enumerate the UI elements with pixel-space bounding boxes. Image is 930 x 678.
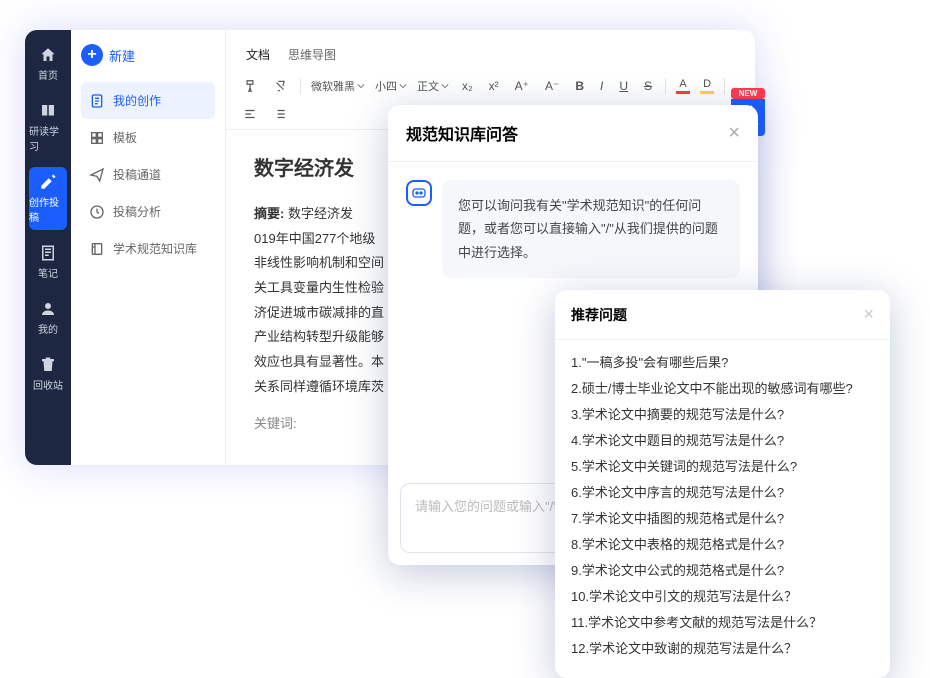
sidebar-label: 我的创作 [113, 92, 161, 109]
left-nav: 首页 研读学习 创作投稿 笔记 我的 回收站 [25, 30, 71, 465]
list-icon[interactable] [270, 105, 290, 123]
nav-notes[interactable]: 笔记 [29, 238, 67, 286]
suggest-item[interactable]: 2.硕士/博士毕业论文中不能出现的敏感词有哪些? [571, 376, 874, 402]
qa-title: 规范知识库问答 [406, 121, 518, 145]
suggest-item[interactable]: 6.学术论文中序言的规范写法是什么? [571, 480, 874, 506]
sidebar-label: 投稿分析 [113, 203, 161, 220]
separator [300, 78, 301, 94]
new-label: 新建 [109, 46, 135, 65]
nav-write[interactable]: 创作投稿 [29, 167, 67, 230]
superscript-button[interactable]: x² [486, 77, 502, 95]
suggest-item[interactable]: 8.学术论文中表格的规范格式是什么? [571, 532, 874, 558]
bot-icon [406, 180, 432, 206]
suggest-header: 推荐问题 × [555, 290, 890, 340]
align-icon[interactable] [240, 105, 260, 123]
chevron-down-icon [399, 82, 407, 90]
nav-trash[interactable]: 回收站 [29, 350, 67, 398]
color-swatch [676, 91, 690, 94]
nav-mine[interactable]: 我的 [29, 294, 67, 342]
chevron-down-icon [441, 82, 449, 90]
suggest-list: 1."一稿多投"会有哪些后果? 2.硕士/博士毕业论文中不能出现的敏感词有哪些?… [555, 340, 890, 678]
new-button[interactable]: + 新建 [81, 44, 215, 66]
sidebar-label: 学术规范知识库 [113, 240, 197, 257]
sidebar-label: 模板 [113, 129, 137, 146]
plus-icon: + [81, 44, 103, 66]
clock-icon [89, 204, 105, 220]
user-icon [39, 300, 57, 318]
font-color-button[interactable]: A [676, 78, 690, 94]
sidebar-item-template[interactable]: 模板 [81, 119, 215, 156]
note-icon [39, 244, 57, 262]
nav-label: 回收站 [33, 377, 63, 392]
doc-icon [89, 93, 105, 109]
suggest-item[interactable]: 1."一稿多投"会有哪些后果? [571, 350, 874, 376]
sidebar-item-submit[interactable]: 投稿通道 [81, 156, 215, 193]
suggest-item[interactable]: 9.学术论文中公式的规范格式是什么? [571, 558, 874, 584]
suggest-panel: 推荐问题 × 1."一稿多投"会有哪些后果? 2.硕士/博士毕业论文中不能出现的… [555, 290, 890, 678]
nav-study[interactable]: 研读学习 [29, 96, 67, 159]
tab-document[interactable]: 文档 [246, 46, 270, 63]
color-swatch [700, 91, 714, 94]
bg-color-button[interactable]: D [700, 78, 714, 94]
edit-icon [39, 173, 57, 191]
library-icon [89, 241, 105, 257]
font-select[interactable]: 微软雅黑 [311, 78, 365, 94]
qa-message: 您可以询问我有关"学术规范知识"的任何问题，或者您可以直接输入"/"从我们提供的… [442, 180, 740, 278]
sidebar-label: 投稿通道 [113, 166, 161, 183]
underline-button[interactable]: U [616, 77, 631, 95]
strike-button[interactable]: S [641, 77, 655, 95]
nav-label: 首页 [38, 67, 58, 82]
separator [665, 78, 666, 94]
size-select[interactable]: 小四 [375, 78, 407, 94]
format-paint-icon[interactable] [240, 77, 260, 95]
close-icon[interactable]: × [863, 304, 874, 325]
tab-mindmap[interactable]: 思维导图 [288, 46, 336, 63]
template-icon [89, 130, 105, 146]
nav-label: 我的 [38, 321, 58, 336]
trash-icon [39, 356, 57, 374]
suggest-item[interactable]: 3.学术论文中摘要的规范写法是什么? [571, 402, 874, 428]
sidebar: + 新建 我的创作 模板 投稿通道 投稿分析 学术规范知识库 [71, 30, 226, 465]
chevron-down-icon [357, 82, 365, 90]
doc-tabs: 文档 思维导图 [226, 30, 755, 71]
suggest-item[interactable]: 11.学术论文中参考文献的规范写法是什么？ [571, 610, 874, 636]
nav-label: 创作投稿 [29, 194, 67, 224]
clear-format-icon[interactable] [270, 77, 290, 95]
book-icon [39, 102, 57, 120]
send-icon [89, 167, 105, 183]
suggest-item[interactable]: 12.学术论文中致谢的规范写法是什么？ [571, 636, 874, 662]
new-tag: NEW [731, 88, 765, 99]
subscript-button[interactable]: x₂ [459, 77, 476, 95]
separator [724, 78, 725, 94]
sidebar-item-knowledge[interactable]: 学术规范知识库 [81, 230, 215, 267]
suggest-item[interactable]: 4.学术论文中题目的规范写法是什么? [571, 428, 874, 454]
qa-header: 规范知识库问答 × [388, 105, 758, 162]
font-decrease-button[interactable]: A⁻ [542, 77, 562, 95]
suggest-item[interactable]: 5.学术论文中关键词的规范写法是什么? [571, 454, 874, 480]
suggest-item[interactable]: 7.学术论文中插图的规范格式是什么? [571, 506, 874, 532]
home-icon [39, 46, 57, 64]
sidebar-item-myworks[interactable]: 我的创作 [81, 82, 215, 119]
sidebar-item-analysis[interactable]: 投稿分析 [81, 193, 215, 230]
nav-label: 笔记 [38, 265, 58, 280]
close-icon[interactable]: × [728, 122, 740, 145]
style-select[interactable]: 正文 [417, 78, 449, 94]
italic-button[interactable]: I [597, 77, 606, 95]
suggest-item[interactable]: 10.学术论文中引文的规范写法是什么？ [571, 584, 874, 610]
font-increase-button[interactable]: A⁺ [512, 77, 532, 95]
bold-button[interactable]: B [572, 77, 587, 95]
nav-home[interactable]: 首页 [29, 40, 67, 88]
nav-label: 研读学习 [29, 123, 67, 153]
suggest-title: 推荐问题 [571, 305, 627, 325]
